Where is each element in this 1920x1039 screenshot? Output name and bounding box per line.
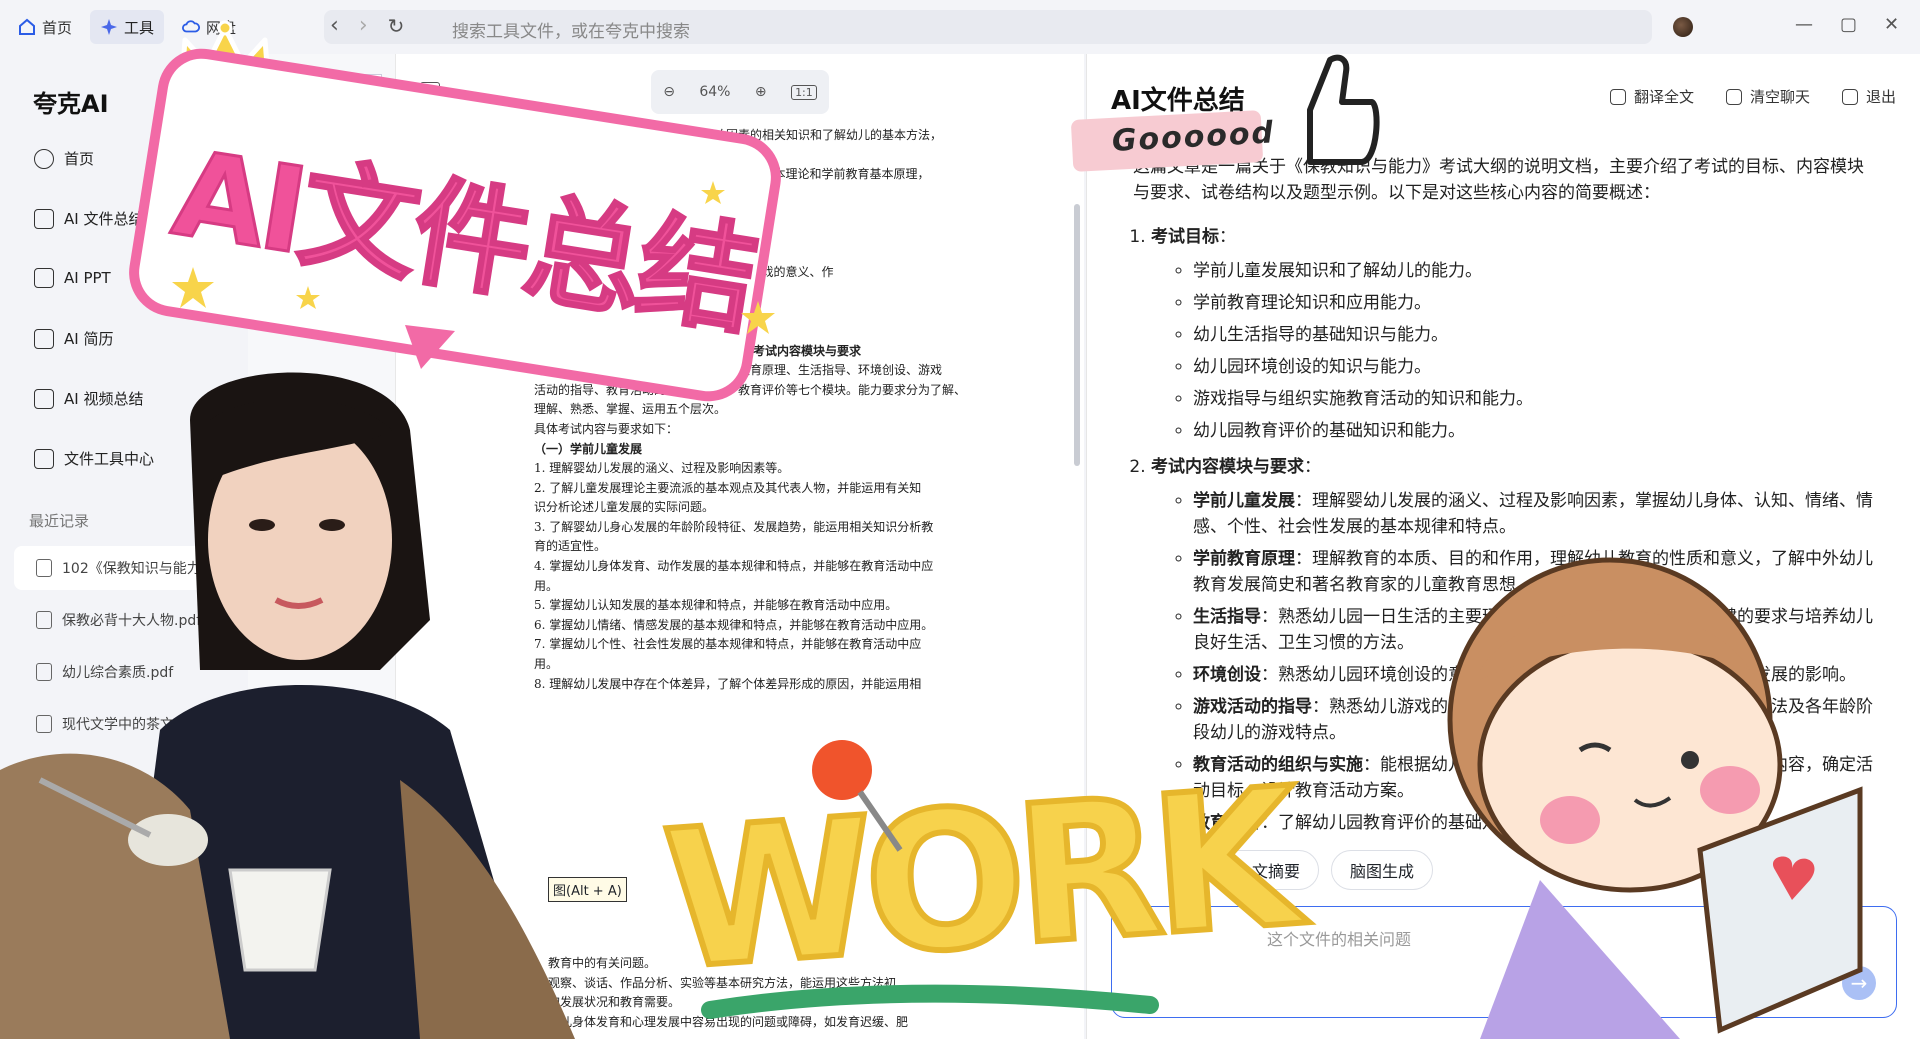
home-icon xyxy=(34,148,54,169)
summary-bullet: 幼儿园教育评价的基础知识和能力。 xyxy=(1193,418,1873,444)
document-line: 8. 理解幼儿发展中存在个体差异，了解个体差异形成的原因，并能运用相 xyxy=(534,676,922,691)
tab-tools-label: 工具 xyxy=(124,18,155,37)
tab-tools[interactable]: 工具 xyxy=(90,10,165,44)
person-photo xyxy=(0,372,575,1039)
refresh-icon[interactable]: ↻ xyxy=(388,12,405,40)
document-line: 5. 掌握幼儿认知发展的基本规律和特点，并能够在教育活动中应用。 xyxy=(534,598,898,613)
bullet-key: 学前教育原理 xyxy=(1193,549,1295,569)
summary-section: 考试目标： 学前儿童发展知识和了解幼儿的能力。学前教育理论知识和应用能力。幼儿生… xyxy=(1151,224,1873,444)
banner-text: AI文件总结 xyxy=(163,122,764,353)
home-icon xyxy=(18,18,36,36)
chat-icon xyxy=(1725,89,1742,105)
nav-controls: ‹ › ↻ xyxy=(330,12,404,40)
cartoon-girl-sticker xyxy=(1447,557,1863,1039)
panel-actions: 翻译全文 清空聊天 退出 xyxy=(1609,86,1896,107)
brand-title: 夸克AI xyxy=(33,90,109,118)
mindmap-chip[interactable]: 脑图生成 xyxy=(1331,850,1434,890)
sidebar-item-label: 首页 xyxy=(64,150,95,168)
minimize-button[interactable]: — xyxy=(1795,14,1813,35)
document-line: 2. 了解儿童发展理论主要流派的基本观点及其代表人物，并能运用有关知 xyxy=(534,480,922,495)
work-text: WORK xyxy=(655,745,1300,1015)
tab-home[interactable]: 首页 xyxy=(8,10,82,44)
sidebar-item-label: AI 简历 xyxy=(64,330,114,348)
forward-icon[interactable]: › xyxy=(359,12,368,40)
user-avatar[interactable] xyxy=(1673,17,1693,37)
good-text: Goooood xyxy=(1111,115,1276,159)
work-sticker: WORK xyxy=(655,745,1300,1015)
sidebar-item-ai-resume[interactable]: AI 简历 xyxy=(34,328,113,349)
summary-bullet: 幼儿园环境创设的知识与能力。 xyxy=(1193,354,1873,380)
resume-icon xyxy=(34,328,54,349)
sidebar-item-label: AI 文件总结 xyxy=(64,210,144,228)
scrollbar[interactable] xyxy=(1074,204,1080,466)
thumbs-up-icon xyxy=(1307,54,1380,165)
document-line: 3. 了解婴幼儿身心发展的年龄阶段特征、发展趋势，能运用相关知识分析教 xyxy=(534,519,934,534)
translate-icon xyxy=(1609,89,1626,105)
document-line: 理解、熟悉、掌握、运用五个层次。 xyxy=(534,402,727,417)
document-icon xyxy=(34,208,54,229)
push-pin-icon xyxy=(812,740,903,852)
document-line: 用。 xyxy=(534,657,559,672)
zoom-toolbar: ⊖ 64% ⊕ 1:1 xyxy=(651,70,829,114)
bullet-key: 环境创设 xyxy=(1193,665,1261,685)
bullet-key: 生活指导 xyxy=(1193,607,1261,627)
star-icon xyxy=(701,181,725,204)
bullet-value: ：理解婴幼儿发展的涵义、过程及影响因素，掌握幼儿身体、认知、情绪、情感、个性、社… xyxy=(1193,491,1873,537)
presentation-icon xyxy=(34,268,54,288)
zoom-level: 64% xyxy=(699,84,731,100)
bullet-key: 游戏活动的指导 xyxy=(1193,697,1312,717)
zoom-in-icon[interactable]: ⊕ xyxy=(755,84,767,100)
document-line: 6. 掌握幼儿情绪、情感发展的基本规律和特点，并能够在教育活动中应用。 xyxy=(534,617,934,632)
summary-bullet: 幼儿生活指导的基础知识与能力。 xyxy=(1193,322,1873,348)
sidebar-item-home[interactable]: 首页 xyxy=(34,148,94,169)
sparkle-icon xyxy=(100,18,118,36)
document-line: 4. 掌握幼儿身体发育、动作发展的基本规律和特点，并能够在教育活动中应 xyxy=(534,559,934,574)
sidebar-item-ai-summary[interactable]: AI 文件总结 xyxy=(34,208,143,229)
document-line: 用。 xyxy=(534,578,559,593)
star-icon xyxy=(741,301,775,334)
star-icon xyxy=(172,267,214,308)
translate-button[interactable]: 翻译全文 xyxy=(1609,86,1694,107)
maximize-button[interactable]: ▢ xyxy=(1840,14,1857,35)
summary-bullet: 学前教育理论知识和应用能力。 xyxy=(1193,290,1873,316)
zoom-out-icon[interactable]: ⊖ xyxy=(663,84,675,100)
close-button[interactable]: ✕ xyxy=(1884,14,1899,35)
star-icon xyxy=(296,286,320,309)
document-line: 育的适宜性。 xyxy=(534,539,607,554)
fit-page-button[interactable]: 1:1 xyxy=(791,84,817,100)
good-sticker: Goooood xyxy=(1070,110,1276,172)
search-input[interactable]: 搜索工具文件，或在夸克中搜索 xyxy=(452,17,690,42)
exit-button[interactable]: 退出 xyxy=(1841,86,1896,107)
document-line: 具体考试内容与要求如下： xyxy=(534,421,679,436)
sidebar-item-label: AI PPT xyxy=(64,269,111,287)
summary-bullet: 学前儿童发展：理解婴幼儿发展的涵义、过程及影响因素，掌握幼儿身体、认知、情绪、情… xyxy=(1193,488,1873,540)
summary-bullet: 游戏指导与组织实施教育活动的知识和能力。 xyxy=(1193,386,1873,412)
green-stroke xyxy=(701,984,1159,1019)
document-line: 识分析论述儿童发展的实际问题。 xyxy=(534,500,715,515)
document-line: 1. 理解婴幼儿发展的涵义、过程及影响因素等。 xyxy=(534,461,790,476)
clear-chat-button[interactable]: 清空聊天 xyxy=(1725,86,1810,107)
summary-bullet: 学前儿童发展知识和了解幼儿的能力。 xyxy=(1193,258,1873,284)
bullet-key: 学前儿童发展 xyxy=(1193,491,1295,511)
back-icon[interactable]: ‹ xyxy=(330,12,339,40)
exit-icon xyxy=(1841,89,1858,105)
document-line: 7. 掌握幼儿个性、社会性发展的基本规律和特点，并能够在教育活动中应 xyxy=(534,637,922,652)
subsection-heading: （一）学前儿童发展 xyxy=(534,441,643,456)
document-line: 活动的指导、教育活动的组织与实施、教育评价等七个模块。能力要求分为了解、 xyxy=(534,382,967,397)
sidebar-item-ai-ppt[interactable]: AI PPT xyxy=(34,268,111,288)
tab-home-label: 首页 xyxy=(42,18,73,37)
